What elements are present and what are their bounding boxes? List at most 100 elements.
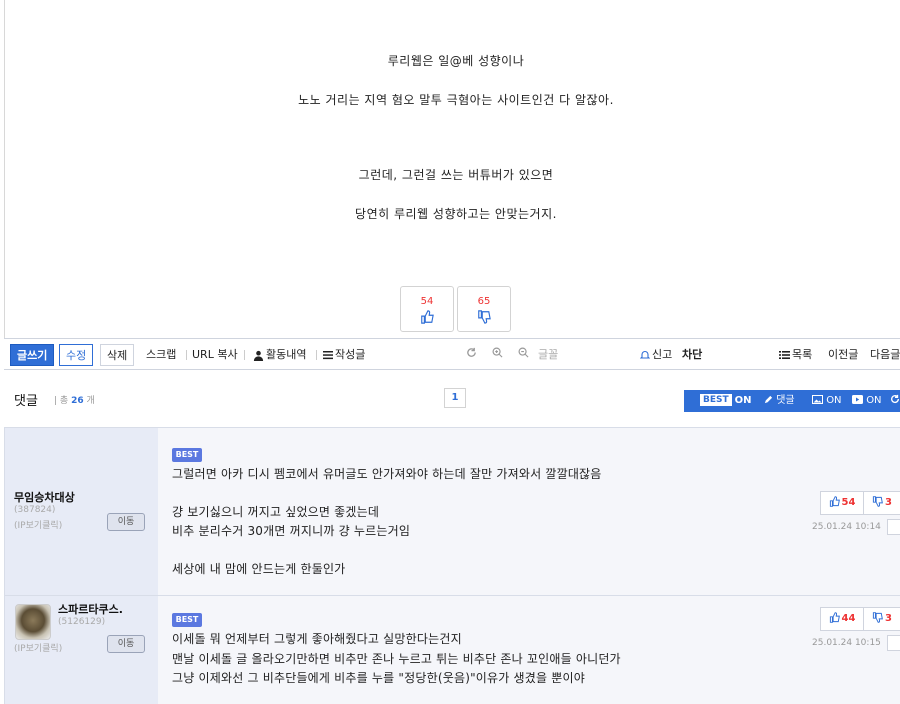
activity-label: 활동내역 <box>266 348 307 361</box>
best-toggle[interactable]: BEST ON <box>700 390 752 412</box>
comment-text-line: 그럴러면 아카 디시 펨코에서 유머글도 안가져와야 하는데 잘만 가져와서 깔… <box>172 467 602 481</box>
comment-page-1[interactable]: 1 <box>444 388 466 408</box>
avatar[interactable] <box>15 604 51 640</box>
upvote-count: 54 <box>420 296 434 307</box>
image-toggle[interactable]: ON <box>812 390 842 412</box>
comments-total-label: 총 <box>59 396 69 406</box>
refresh-comments-icon[interactable] <box>890 390 900 412</box>
comment-upvote-count: 44 <box>841 613 856 624</box>
next-post-button[interactable]: 다음글 <box>870 344 900 366</box>
comments-header: 댓글 | 총 26 개 1 BEST ON 댓글 ON ON <box>4 384 900 414</box>
comment-date: 25.01.24 10:14 <box>812 522 881 532</box>
comments-title: 댓글 <box>14 394 38 409</box>
report-button[interactable]: 신고 <box>640 344 672 366</box>
comment-author-panel: 무임승차대상 (387824) (IP보기클릭) 이동 <box>4 428 158 595</box>
font-button[interactable]: 글꼴 <box>538 344 558 366</box>
best-badge: BEST <box>172 613 202 627</box>
move-button[interactable]: 이동 <box>107 513 145 531</box>
comment-text-line: 걍 보기싫으니 꺼지고 싶었으면 좋겠는데 <box>172 505 380 519</box>
thumbs-up-icon <box>829 612 840 623</box>
image-icon <box>812 395 823 404</box>
posts-button[interactable]: 작성글 <box>323 344 365 366</box>
ip-view-link[interactable]: (IP보기클릭) <box>14 518 62 531</box>
report-bell-icon[interactable] <box>887 635 900 651</box>
bell-icon <box>640 351 650 359</box>
posts-label: 작성글 <box>335 348 366 361</box>
image-toggle-state: ON <box>826 395 842 406</box>
list-lines-icon <box>323 351 333 360</box>
comment-text-line: 비추 분리수거 30개면 꺼지니까 걍 누르는거임 <box>172 524 411 538</box>
best-toggle-state: ON <box>734 395 752 406</box>
comment-time: 10:14 <box>854 522 881 532</box>
url-copy-button[interactable]: URL 복사 <box>192 344 238 366</box>
comment-text-line: 그냥 이제와선 그 비추단들에게 비추를 누를 "정당한(웃음)"이유가 생겼을… <box>172 671 586 685</box>
comment-date: 25.01.24 10:15 <box>812 638 881 648</box>
article-text-line: 그런데, 그런걸 쓰는 버튜버가 있으면 <box>358 168 554 182</box>
video-toggle[interactable]: ON <box>852 390 882 412</box>
comment-upvote-button[interactable]: 44 <box>820 607 864 631</box>
comments-count: | 총 26 개 <box>54 396 95 406</box>
comment-options-bar: BEST ON 댓글 ON ON <box>684 390 900 412</box>
prev-post-button[interactable]: 이전글 <box>828 344 858 366</box>
write-button[interactable]: 글쓰기 <box>10 344 55 366</box>
zoom-out-icon[interactable] <box>518 344 529 366</box>
comment-downvote-button[interactable]: 3 <box>863 607 900 631</box>
comment-upvote-button[interactable]: 54 <box>820 491 864 515</box>
comment-date-day: 25.01.24 <box>812 638 853 648</box>
thumbs-up-icon <box>421 310 434 324</box>
comments-total: 26 <box>71 396 84 406</box>
best-badge: BEST <box>172 448 202 462</box>
list-button[interactable]: 목록 <box>779 344 812 366</box>
comment-item: 스파르타쿠스. (5126129) (IP보기클릭) 이동 BEST 이세돌 뭐… <box>4 595 900 704</box>
comment-text-line: 세상에 내 맘에 안드는게 한둘인가 <box>172 562 346 576</box>
toolbar-divider <box>244 350 245 360</box>
article-text-line: 당연히 루리웹 성향하고는 안맞는거지. <box>355 207 557 221</box>
comment-text-line: 맨날 이세돌 글 올라오기만하면 비추만 존나 누르고 튀는 비추단 존나 꼬인… <box>172 652 621 666</box>
edit-button[interactable]: 수정 <box>59 344 94 366</box>
article-body: 루리웹은 일@베 성향이나 노노 거리는 지역 혐오 말투 극혐아는 사이트인건… <box>4 0 900 338</box>
thumbs-down-icon <box>872 612 883 623</box>
scrap-button[interactable]: 스크랩 <box>146 344 176 366</box>
user-icon <box>253 350 264 361</box>
list-label: 목록 <box>792 348 813 361</box>
comment-text-line: 이세돌 뭐 언제부터 그렇게 좋아해줬다고 실망한다는건지 <box>172 632 462 646</box>
thumbs-down-icon <box>872 496 883 507</box>
best-toggle-label: BEST <box>700 394 732 406</box>
video-toggle-state: ON <box>866 395 882 406</box>
report-bell-icon[interactable] <box>887 519 900 535</box>
comment-user-id: (5126129) <box>58 617 106 627</box>
downvote-button[interactable]: 65 <box>457 286 511 332</box>
thumbs-up-icon <box>829 496 840 507</box>
comment-time: 10:15 <box>854 638 881 648</box>
refresh-icon[interactable] <box>466 344 477 366</box>
comment-downvote-count: 3 <box>885 613 892 624</box>
comment-author-panel: 스파르타쿠스. (5126129) (IP보기클릭) 이동 <box>4 596 158 704</box>
comment-body: BEST 이세돌 뭐 언제부터 그렇게 좋아해줬다고 실망한다는건지 맨날 이세… <box>158 596 900 704</box>
move-button[interactable]: 이동 <box>107 635 145 653</box>
article-text-line: 노노 거리는 지역 혐오 말투 극혐아는 사이트인건 다 알잖아. <box>298 93 614 107</box>
comment-body: BEST 그럴러면 아카 디시 펨코에서 유머글도 안가져와야 하는데 잘만 가… <box>158 428 900 595</box>
delete-button[interactable]: 삭제 <box>100 344 135 366</box>
thumbs-down-icon <box>478 310 491 324</box>
toolbar-divider <box>186 350 187 360</box>
article-toolbar: 글쓰기 수정 삭제 스크랩 URL 복사 활동내역 작성글 글꼴 신고 차단 목… <box>4 338 900 370</box>
reply-toggle[interactable]: 댓글 <box>764 390 795 412</box>
ip-view-link[interactable]: (IP보기클릭) <box>14 641 62 654</box>
video-icon <box>852 395 863 404</box>
zoom-in-icon[interactable] <box>492 344 503 366</box>
list-icon <box>779 351 790 359</box>
toolbar-divider <box>316 350 317 360</box>
activity-button[interactable]: 활동내역 <box>253 344 306 366</box>
comment-nickname[interactable]: 무임승차대상 <box>14 489 75 505</box>
upvote-button[interactable]: 54 <box>400 286 454 332</box>
comments-unit: 개 <box>86 396 95 406</box>
comment-item: 무임승차대상 (387824) (IP보기클릭) 이동 BEST 그럴러면 아카… <box>4 427 900 595</box>
block-button[interactable]: 차단 <box>682 344 702 366</box>
article-text-line: 루리웹은 일@베 성향이나 <box>387 54 525 68</box>
pencil-icon <box>764 395 773 404</box>
comment-user-id: (387824) <box>14 505 56 515</box>
comment-downvote-button[interactable]: 3 <box>863 491 900 515</box>
report-label: 신고 <box>652 348 673 361</box>
comment-nickname[interactable]: 스파르타쿠스. <box>58 601 123 617</box>
downvote-count: 65 <box>477 296 491 307</box>
